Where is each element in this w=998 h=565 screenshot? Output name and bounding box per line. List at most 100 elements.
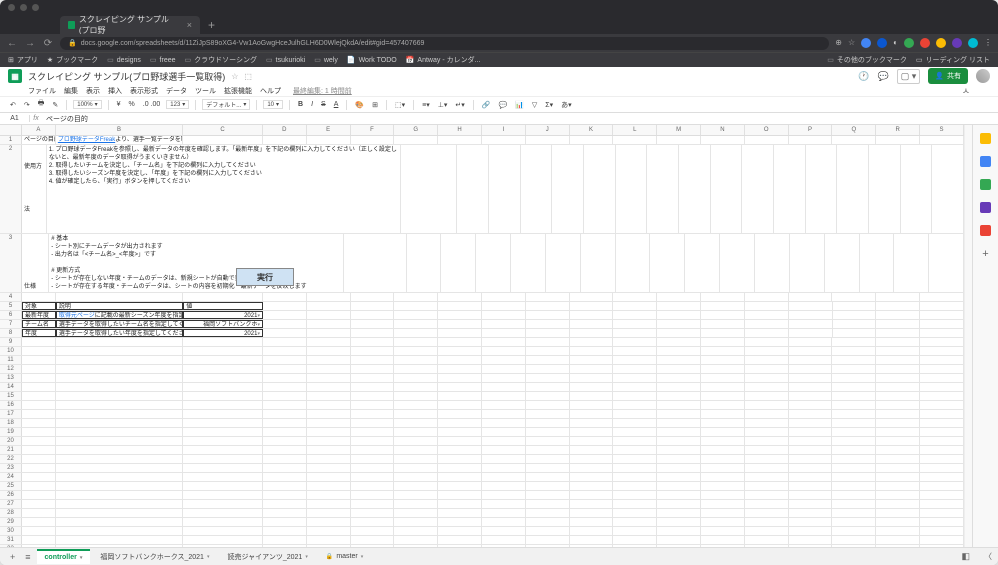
cell[interactable]: [789, 383, 833, 391]
close-icon[interactable]: ×: [187, 20, 192, 30]
bookmark-folder[interactable]: ▭ freee: [150, 56, 176, 64]
cell[interactable]: [351, 293, 395, 301]
cell[interactable]: [657, 473, 701, 481]
sheet-tab-master[interactable]: 🔒master▾: [318, 550, 371, 563]
cell[interactable]: [183, 527, 263, 535]
row-number[interactable]: 3: [0, 234, 22, 292]
cell[interactable]: [570, 419, 614, 427]
cell[interactable]: [351, 455, 395, 463]
cell[interactable]: [482, 338, 526, 346]
cell[interactable]: [679, 145, 711, 233]
cell[interactable]: [789, 136, 833, 144]
cell[interactable]: [789, 302, 833, 310]
functions-button[interactable]: Σ▾: [543, 101, 555, 109]
cell[interactable]: [657, 338, 701, 346]
cell[interactable]: [570, 437, 614, 445]
cell[interactable]: [307, 464, 351, 472]
cell[interactable]: [351, 491, 395, 499]
cell[interactable]: [570, 500, 614, 508]
cell[interactable]: [482, 392, 526, 400]
cell[interactable]: [307, 455, 351, 463]
cell[interactable]: [789, 356, 833, 364]
cell[interactable]: [832, 136, 876, 144]
cell[interactable]: [920, 500, 964, 508]
cell[interactable]: [394, 347, 438, 355]
cell[interactable]: [832, 518, 876, 526]
cell[interactable]: [438, 410, 482, 418]
cell[interactable]: [438, 293, 482, 301]
cell[interactable]: [570, 482, 614, 490]
cell[interactable]: [263, 545, 307, 547]
cell[interactable]: [789, 338, 833, 346]
cell[interactable]: [526, 401, 570, 409]
cell[interactable]: [701, 302, 745, 310]
cell[interactable]: [263, 302, 307, 310]
cell[interactable]: [526, 320, 570, 328]
cell[interactable]: [745, 545, 789, 547]
row-number[interactable]: 1: [0, 136, 22, 144]
cell[interactable]: [832, 428, 876, 436]
cell[interactable]: [832, 383, 876, 391]
cell[interactable]: [832, 293, 876, 301]
cell[interactable]: [22, 473, 56, 481]
cell[interactable]: [701, 136, 745, 144]
cell[interactable]: [263, 455, 307, 463]
cell[interactable]: 選手データを取得したい年度を指定してください: [56, 329, 183, 337]
cell[interactable]: [657, 428, 701, 436]
cell[interactable]: [701, 446, 745, 454]
sheet-tab[interactable]: 読売ジャイアンツ_2021▾: [219, 549, 315, 565]
cell[interactable]: [263, 482, 307, 490]
cell[interactable]: [613, 518, 657, 526]
column-header[interactable]: E: [307, 125, 351, 135]
cell[interactable]: [876, 302, 920, 310]
extension-icon[interactable]: [952, 38, 962, 48]
cell[interactable]: [489, 145, 521, 233]
halign-button[interactable]: ≡▾: [420, 101, 432, 109]
row-number[interactable]: 17: [0, 410, 22, 418]
cell[interactable]: [351, 464, 395, 472]
cell[interactable]: [482, 401, 526, 409]
cell[interactable]: [438, 401, 482, 409]
cell[interactable]: [745, 329, 789, 337]
cell[interactable]: [526, 365, 570, 373]
cell[interactable]: [657, 347, 701, 355]
cell[interactable]: [570, 329, 614, 337]
cell[interactable]: [22, 383, 56, 391]
row-number[interactable]: 25: [0, 482, 22, 490]
cell[interactable]: [526, 374, 570, 382]
cell[interactable]: [263, 401, 307, 409]
cell[interactable]: [832, 491, 876, 499]
cell[interactable]: [394, 545, 438, 547]
cell[interactable]: [482, 491, 526, 499]
cell[interactable]: [920, 491, 964, 499]
italic-button[interactable]: I: [309, 101, 315, 108]
cell[interactable]: [920, 536, 964, 544]
cell[interactable]: [56, 518, 183, 526]
percent-button[interactable]: %: [127, 101, 137, 108]
cell[interactable]: [526, 491, 570, 499]
cell[interactable]: [56, 293, 183, 301]
cell[interactable]: [56, 401, 183, 409]
cell[interactable]: 対象: [22, 302, 56, 310]
menu-insert[interactable]: 挿入: [108, 86, 122, 96]
forward-button[interactable]: →: [24, 38, 36, 49]
menu-help[interactable]: ヘルプ: [260, 86, 281, 96]
cell[interactable]: [351, 428, 395, 436]
cell[interactable]: [307, 311, 351, 319]
cell[interactable]: [438, 320, 482, 328]
column-header[interactable]: D: [263, 125, 307, 135]
cell[interactable]: [482, 500, 526, 508]
cell[interactable]: [832, 527, 876, 535]
cell[interactable]: [526, 464, 570, 472]
history-icon[interactable]: 🕐: [858, 71, 869, 82]
cell[interactable]: [183, 464, 263, 472]
cell[interactable]: [22, 536, 56, 544]
cell[interactable]: [482, 473, 526, 481]
cell[interactable]: [790, 234, 825, 292]
cell[interactable]: [876, 401, 920, 409]
cell[interactable]: [394, 527, 438, 535]
cell[interactable]: [613, 419, 657, 427]
cell[interactable]: [920, 482, 964, 490]
cell[interactable]: [657, 311, 701, 319]
column-header[interactable]: P: [789, 125, 833, 135]
